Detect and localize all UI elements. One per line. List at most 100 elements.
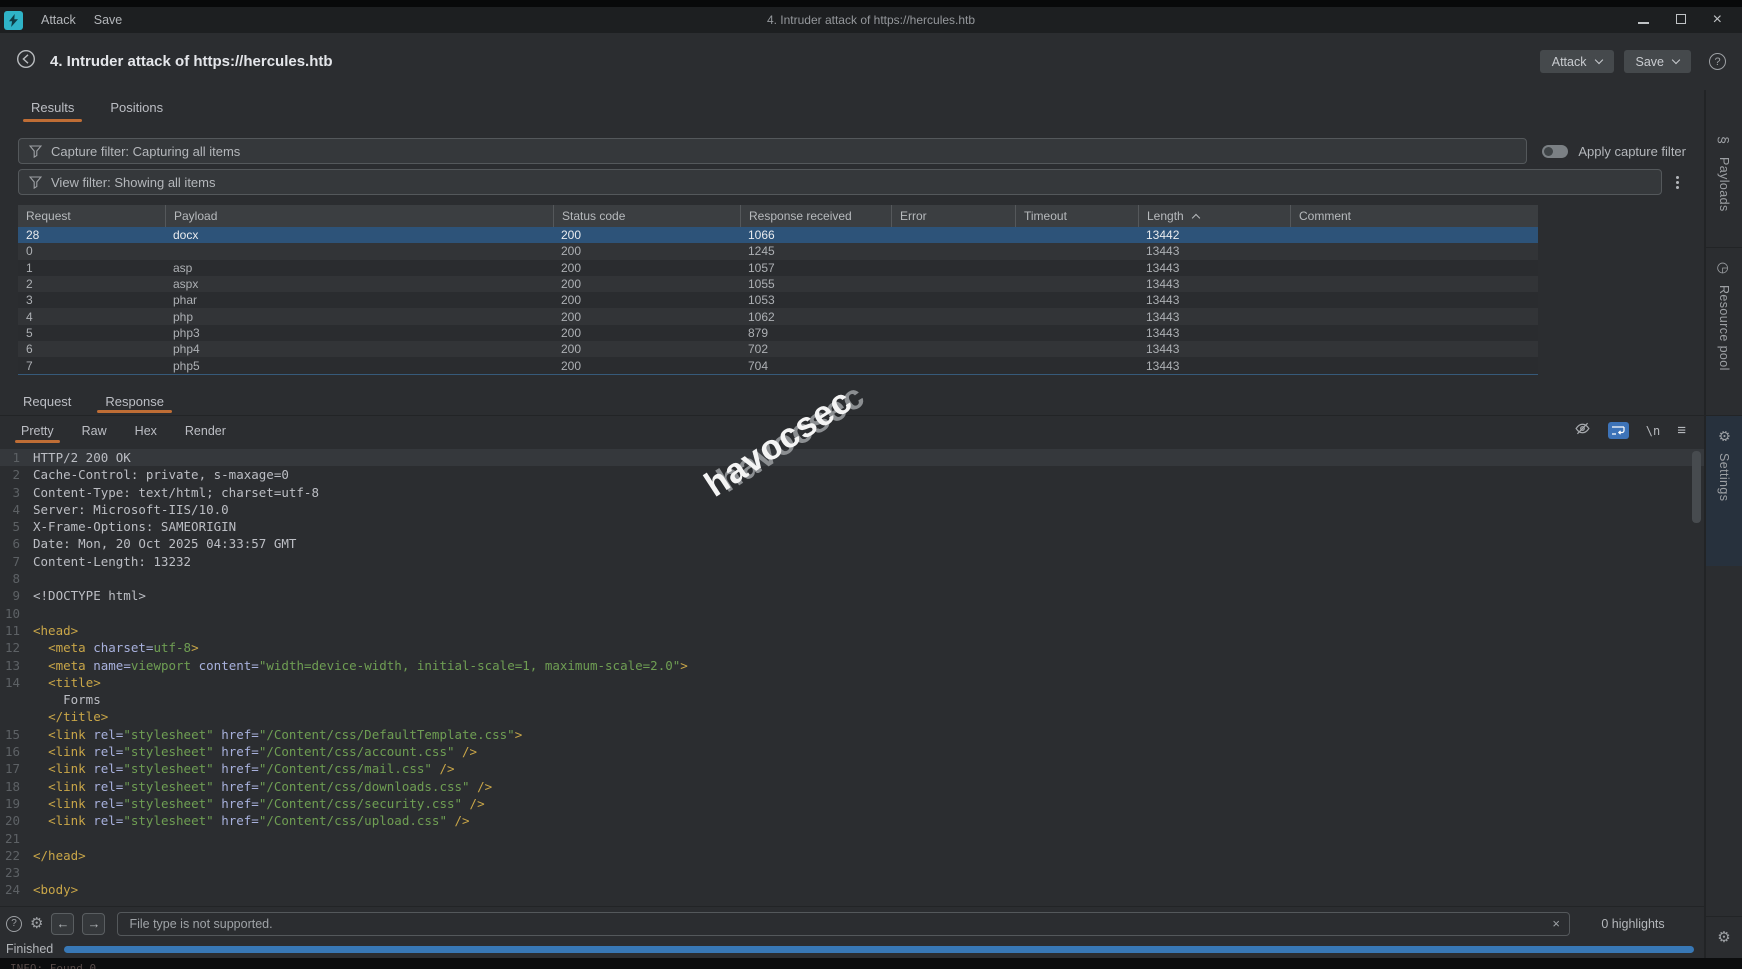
code-text	[27, 605, 33, 622]
previous-match-button[interactable]: ←	[51, 913, 74, 935]
maximize-icon	[1676, 14, 1686, 24]
menu-save[interactable]: Save	[94, 13, 123, 27]
tab-pretty[interactable]: Pretty	[10, 416, 65, 445]
code-lines: 1HTTP/2 200 OK2Cache-Control: private, s…	[0, 449, 1704, 899]
code-line: 20 <link rel="stylesheet" href="/Content…	[0, 812, 1704, 829]
code-text: Cache-Control: private, s-maxage=0	[27, 466, 289, 483]
view-filter-bar[interactable]: View filter: Showing all items	[18, 169, 1662, 195]
hamburger-menu-icon[interactable]: ≡	[1677, 422, 1686, 439]
code-text: <link rel="stylesheet" href="/Content/cs…	[27, 760, 455, 777]
code-text: Forms	[27, 691, 101, 708]
cell-length: 13443	[1138, 261, 1290, 275]
search-settings-gear-icon[interactable]: ⚙	[30, 916, 43, 931]
line-number: 12	[0, 639, 27, 656]
main-content: Results Positions Capture filter: Captur…	[0, 90, 1704, 958]
main-tab-bar: Results Positions	[0, 90, 1704, 124]
help-icon[interactable]: ?	[1709, 53, 1726, 70]
capture-filter-bar[interactable]: Capture filter: Capturing all items	[18, 138, 1527, 164]
sidebar-item-payloads[interactable]: § Payloads	[1706, 120, 1742, 248]
table-row[interactable]: 1asp200105713443	[18, 260, 1538, 276]
cell-length: 13443	[1138, 359, 1290, 373]
code-text: <link rel="stylesheet" href="/Content/cs…	[27, 778, 492, 795]
search-help-icon[interactable]: ?	[6, 916, 22, 932]
back-icon[interactable]	[16, 49, 36, 74]
attack-button[interactable]: Attack	[1540, 50, 1614, 73]
sidebar-item-resource-pool[interactable]: ◷ Resource pool	[1706, 248, 1742, 416]
code-line: Forms	[0, 691, 1704, 708]
line-number: 8	[0, 570, 27, 587]
sidebar-item-settings[interactable]: ⚙ Settings	[1706, 416, 1742, 566]
cell-response: 702	[740, 342, 891, 356]
table-row[interactable]: 6php420070213443	[18, 341, 1538, 357]
column-header-status-code[interactable]: Status code	[553, 205, 740, 227]
view-filter-menu-button[interactable]	[1662, 174, 1679, 190]
cell-length: 13443	[1138, 244, 1290, 258]
table-row[interactable]: 0200124513443	[18, 243, 1538, 259]
line-number: 18	[0, 778, 27, 795]
attack-header: 4. Intruder attack of https://hercules.h…	[0, 33, 1742, 90]
editor-scrollbar[interactable]	[1692, 451, 1701, 523]
tab-positions[interactable]: Positions	[97, 90, 176, 124]
soft-wrap-button[interactable]	[1608, 422, 1629, 439]
column-header-length[interactable]: Length	[1138, 205, 1290, 227]
line-number: 3	[0, 484, 27, 501]
clock-icon: ◷	[1717, 262, 1731, 274]
apply-capture-filter-toggle[interactable]	[1542, 145, 1568, 158]
cell-response: 879	[740, 326, 891, 340]
save-button[interactable]: Save	[1624, 50, 1692, 73]
column-header-request[interactable]: Request	[18, 205, 165, 227]
sidebar-item-label: Resource pool	[1717, 285, 1731, 371]
tab-response[interactable]: Response	[92, 387, 177, 415]
line-number: 16	[0, 743, 27, 760]
newline-icon[interactable]: \n	[1646, 424, 1660, 438]
cell-request: 7	[18, 359, 165, 373]
menu-attack[interactable]: Attack	[41, 13, 76, 27]
hide-highlights-button[interactable]	[1574, 420, 1591, 442]
line-number: 15	[0, 726, 27, 743]
message-tab-bar: Request Response	[0, 387, 1704, 416]
response-editor[interactable]: 1HTTP/2 200 OK2Cache-Control: private, s…	[0, 445, 1704, 906]
sidebar-bottom-settings[interactable]: ⚙	[1706, 916, 1742, 958]
table-row[interactable]: 4php200106213443	[18, 308, 1538, 324]
cell-length: 13443	[1138, 326, 1290, 340]
search-input[interactable]	[127, 916, 1544, 932]
cell-response: 704	[740, 359, 891, 373]
tab-raw[interactable]: Raw	[71, 416, 118, 445]
minimize-button[interactable]	[1638, 11, 1649, 29]
soft-wrap-icon	[1611, 425, 1625, 436]
column-header-comment[interactable]: Comment	[1290, 205, 1538, 227]
gear-icon: ⚙	[1717, 430, 1731, 443]
line-number: 7	[0, 553, 27, 570]
code-line: 21	[0, 830, 1704, 847]
column-header-timeout[interactable]: Timeout	[1015, 205, 1138, 227]
column-header-error[interactable]: Error	[891, 205, 1015, 227]
column-header-payload[interactable]: Payload	[165, 205, 553, 227]
close-button[interactable]: ×	[1713, 15, 1722, 25]
column-header-response-received[interactable]: Response received	[740, 205, 891, 227]
cell-payload: docx	[165, 228, 553, 242]
status-label: Finished	[6, 942, 53, 956]
tab-hex[interactable]: Hex	[124, 416, 168, 445]
cell-request: 28	[18, 228, 165, 242]
cell-payload: php5	[165, 359, 553, 373]
table-row[interactable]: 28docx200106613442	[18, 227, 1538, 243]
code-text: <link rel="stylesheet" href="/Content/cs…	[27, 743, 477, 760]
line-number: 4	[0, 501, 27, 518]
maximize-button[interactable]	[1676, 11, 1686, 29]
code-text: <link rel="stylesheet" href="/Content/cs…	[27, 812, 470, 829]
results-table: RequestPayloadStatus codeResponse receiv…	[18, 205, 1538, 375]
table-row[interactable]: 5php320087913443	[18, 325, 1538, 341]
tab-request[interactable]: Request	[10, 387, 84, 415]
clear-search-icon[interactable]: ×	[1544, 916, 1560, 931]
table-row[interactable]: 2aspx200105513443	[18, 276, 1538, 292]
tab-render[interactable]: Render	[174, 416, 237, 445]
tab-results[interactable]: Results	[18, 90, 87, 124]
code-line: 8	[0, 570, 1704, 587]
next-match-button[interactable]: →	[82, 913, 105, 935]
code-line: </title>	[0, 708, 1704, 725]
search-bar: ? ⚙ ← → × 0 highlights	[0, 906, 1704, 940]
table-row[interactable]: 7php520070413443	[18, 357, 1538, 373]
table-row[interactable]: 3phar200105313443	[18, 292, 1538, 308]
chevron-down-icon	[1672, 56, 1680, 64]
cell-response: 1055	[740, 277, 891, 291]
